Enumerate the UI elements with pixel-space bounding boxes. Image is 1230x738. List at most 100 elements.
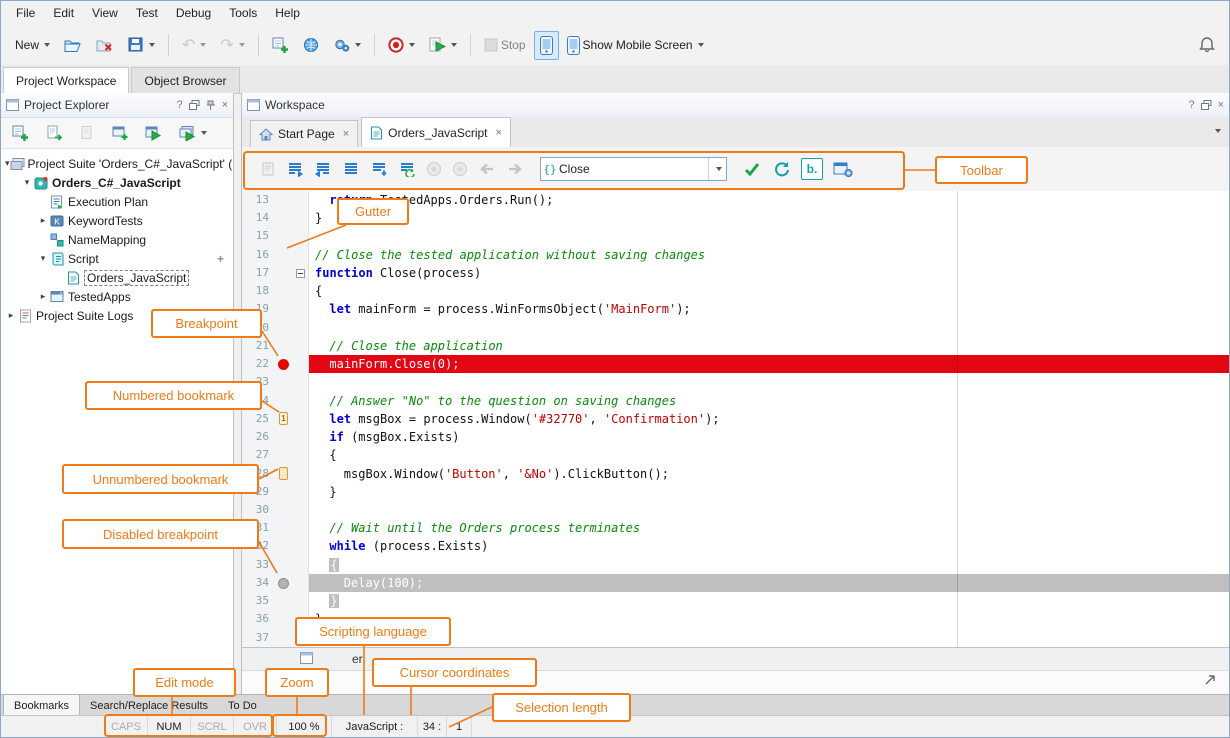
gutter-margin[interactable] <box>273 246 294 264</box>
pe-run-suite-button[interactable] <box>173 121 213 146</box>
gutter-margin[interactable] <box>273 355 294 373</box>
menu-edit[interactable]: Edit <box>44 3 83 23</box>
code-text[interactable]: } <box>309 209 1229 227</box>
navigate-back-button[interactable] <box>476 159 498 179</box>
indent-button[interactable] <box>312 159 334 179</box>
gutter-margin[interactable] <box>273 446 294 464</box>
run-button[interactable] <box>423 32 463 58</box>
save-all-button[interactable] <box>122 32 161 58</box>
code-text[interactable] <box>309 501 1229 519</box>
close-tab-icon[interactable]: × <box>496 127 502 139</box>
code-text[interactable]: return TestedApps.Orders.Run(); <box>309 191 1229 209</box>
code-text[interactable]: mainForm.Close(0); <box>309 355 1229 373</box>
gutter-margin[interactable] <box>273 282 294 300</box>
gutter-margin[interactable] <box>273 501 294 519</box>
pe-page-button[interactable] <box>73 120 101 146</box>
options-button[interactable] <box>327 32 367 58</box>
check-syntax-button[interactable] <box>741 159 765 179</box>
gutter-margin[interactable] <box>273 610 294 628</box>
format-doc-button[interactable] <box>258 159 278 179</box>
gutter-margin[interactable] <box>273 428 294 446</box>
gutter-margin[interactable] <box>273 373 294 391</box>
format-code-button[interactable] <box>396 159 418 179</box>
beautify-button[interactable]: b. <box>799 156 825 182</box>
gutter-margin[interactable] <box>273 629 294 647</box>
show-mobile-screen-button[interactable]: Show Mobile Screen <box>561 31 710 60</box>
undo-button[interactable]: ↶ <box>176 32 212 58</box>
code-text[interactable]: { <box>309 556 1229 574</box>
collapse-icon[interactable] <box>296 269 305 278</box>
tree-expander-icon[interactable]: ▸ <box>37 292 49 302</box>
code-text[interactable]: // Close the tested application without … <box>309 246 1229 264</box>
stop-button[interactable]: Stop <box>478 33 532 57</box>
menu-test[interactable]: Test <box>127 3 167 23</box>
gutter-margin[interactable] <box>273 209 294 227</box>
code-editor[interactable]: 13return TestedApps.Orders.Run();14}1516… <box>242 191 1229 647</box>
justify-button[interactable] <box>340 159 362 179</box>
gutter-margin[interactable] <box>273 191 294 209</box>
tree-item-orders-c-javascript[interactable]: ▾Orders_C#_JavaScript <box>1 173 233 192</box>
outdent-button[interactable] <box>284 159 306 179</box>
menu-tools[interactable]: Tools <box>220 3 266 23</box>
navigate-forward-button[interactable] <box>504 159 526 179</box>
code-text[interactable]: msgBox.Window('Button', '&No').ClickButt… <box>309 465 1229 483</box>
help-icon[interactable]: ? <box>1188 99 1194 111</box>
record-button[interactable] <box>382 32 421 58</box>
tree-expander-icon[interactable]: ▾ <box>37 254 49 264</box>
workspace-tab-object-browser[interactable]: Object Browser <box>131 67 239 93</box>
bookmark-marker[interactable] <box>279 467 288 480</box>
disabled-breakpoint-marker[interactable] <box>278 578 289 589</box>
tree-expander-icon[interactable]: ▸ <box>37 216 49 226</box>
tree-item-script[interactable]: ▾Script+ <box>1 249 233 268</box>
gutter-margin[interactable] <box>273 556 294 574</box>
tree-item-testedapps[interactable]: ▸TestedApps <box>1 287 233 306</box>
tree-item-project-suite-orders-c-javascript-1[interactable]: ▾Project Suite 'Orders_C#_JavaScript' (1 <box>1 154 233 173</box>
pin-icon[interactable] <box>206 100 216 111</box>
editor-options-button[interactable] <box>831 159 855 180</box>
menu-file[interactable]: File <box>7 3 44 23</box>
document-tab-start-page[interactable]: Start Page× <box>250 120 358 147</box>
bottom-tab-search-replace-results[interactable]: Search/Replace Results <box>80 695 218 716</box>
gutter-margin[interactable] <box>273 574 294 592</box>
routine-selector-combo[interactable]: {}Close <box>540 157 727 181</box>
tree-expander-icon[interactable]: ▸ <box>5 311 17 321</box>
add-new-item-button[interactable] <box>266 32 295 58</box>
sync-button[interactable] <box>771 159 793 179</box>
code-text[interactable]: if (msgBox.Exists) <box>309 428 1229 446</box>
tab-list-dropdown-icon[interactable] <box>1215 129 1221 133</box>
close-tab-icon[interactable]: × <box>343 128 349 140</box>
code-text[interactable] <box>309 373 1229 391</box>
workspace-tab-project-workspace[interactable]: Project Workspace <box>3 67 129 93</box>
pe-add-window-button[interactable] <box>106 120 134 146</box>
tree-item-orders-javascript[interactable]: Orders_JavaScript <box>1 268 233 287</box>
float-icon[interactable] <box>189 100 200 111</box>
code-text[interactable]: function Close(process) <box>309 264 1229 282</box>
code-text[interactable]: Delay(100); <box>309 574 1229 592</box>
code-text[interactable] <box>309 319 1229 337</box>
gutter-margin[interactable] <box>273 300 294 318</box>
code-text[interactable]: } <box>309 483 1229 501</box>
open-button[interactable] <box>58 33 88 58</box>
gutter-margin[interactable] <box>273 537 294 555</box>
gutter-margin[interactable] <box>273 227 294 245</box>
combo-dropdown[interactable] <box>708 158 726 180</box>
code-text[interactable]: // Close the application <box>309 337 1229 355</box>
document-tab-orders-javascript[interactable]: Orders_JavaScript× <box>361 117 511 147</box>
comment-button[interactable] <box>368 159 390 179</box>
menu-help[interactable]: Help <box>266 3 309 23</box>
tree-item-execution-plan[interactable]: Execution Plan <box>1 192 233 211</box>
toggle-button-1[interactable] <box>424 159 444 179</box>
float-icon[interactable] <box>1201 100 1212 111</box>
code-text[interactable]: while (process.Exists) <box>309 537 1229 555</box>
gutter-margin[interactable] <box>273 483 294 501</box>
new-button[interactable]: New <box>9 33 56 57</box>
code-text[interactable]: { <box>309 282 1229 300</box>
gutter-margin[interactable] <box>273 319 294 337</box>
code-text[interactable] <box>309 227 1229 245</box>
menu-view[interactable]: View <box>83 3 127 23</box>
notifications-bell-button[interactable] <box>1193 31 1221 59</box>
add-icon[interactable]: + <box>217 252 224 266</box>
code-text[interactable]: // Wait until the Orders process termina… <box>309 519 1229 537</box>
bottom-tab-to-do[interactable]: To Do <box>218 695 267 716</box>
code-text[interactable]: } <box>309 592 1229 610</box>
